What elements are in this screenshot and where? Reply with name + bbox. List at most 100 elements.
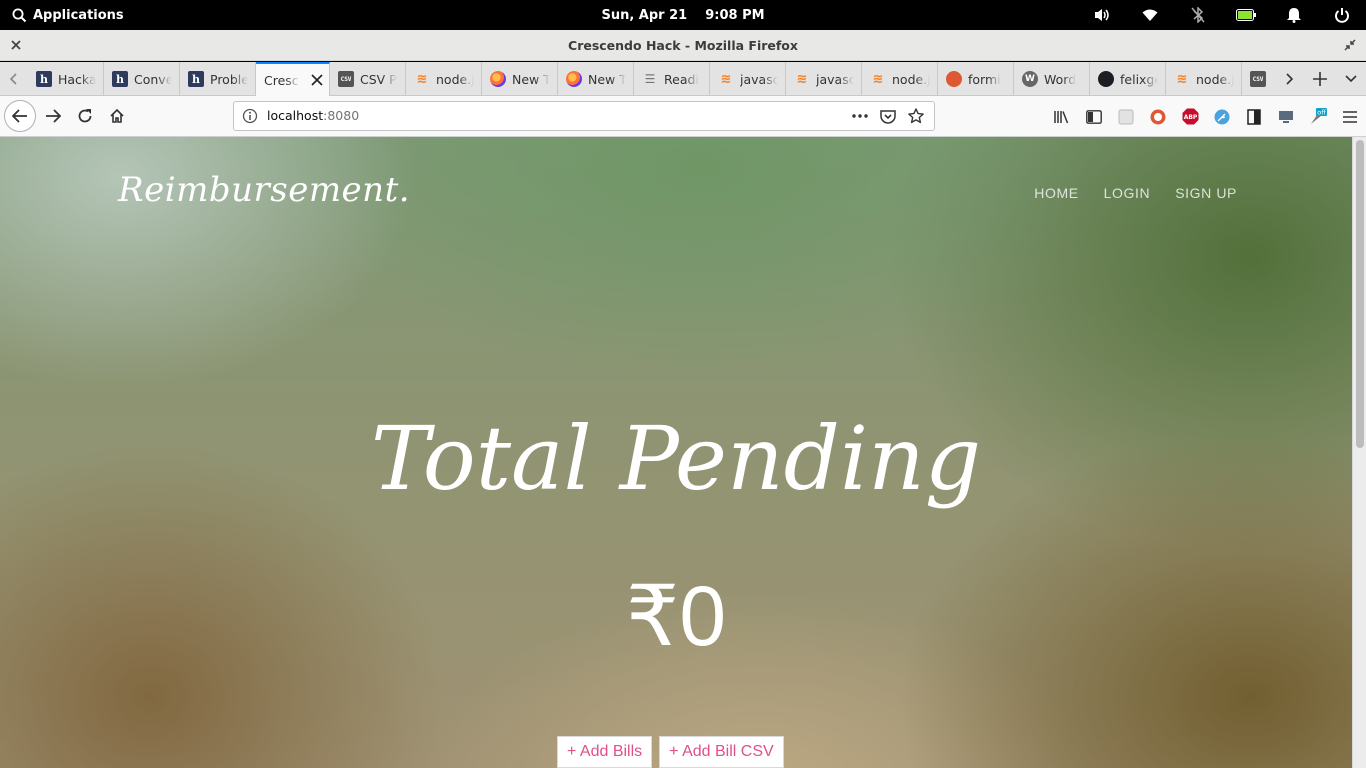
tab-active[interactable]: Cresce: [256, 62, 330, 96]
tab-label: New T: [588, 71, 626, 87]
duckduckgo-icon[interactable]: [1142, 96, 1174, 137]
bill-actions: + Add Bills + Add Bill CSV: [557, 736, 784, 768]
sidebar-icon[interactable]: [1078, 96, 1110, 137]
stackoverflow-icon: ≋: [416, 71, 428, 87]
pocket-icon[interactable]: [874, 102, 902, 130]
power-icon[interactable]: [1318, 0, 1366, 30]
new-tab-icon[interactable]: [1304, 62, 1335, 96]
site-brand-logo[interactable]: Reimbursement.: [118, 170, 410, 210]
hackerearth-icon: h: [36, 71, 52, 87]
window-close-icon[interactable]: [6, 35, 26, 55]
tabs-scroll-right-icon[interactable]: [1273, 62, 1304, 96]
csv-icon: CSV: [338, 71, 354, 87]
forward-button[interactable]: [37, 100, 69, 132]
url-text[interactable]: localhost:8080: [267, 108, 359, 123]
scrollbar-thumb[interactable]: [1356, 140, 1364, 448]
tab[interactable]: formi: [938, 62, 1014, 96]
extension-icon[interactable]: [1110, 96, 1142, 137]
reader-extension-icon[interactable]: [1238, 96, 1270, 137]
battery-icon[interactable]: [1222, 0, 1270, 30]
home-icon: [110, 108, 124, 123]
tab[interactable]: ≋ javasc: [710, 62, 786, 96]
total-pending-amount: ₹0: [625, 569, 727, 663]
tab[interactable]: ≋ javasc: [786, 62, 862, 96]
add-bill-csv-button[interactable]: + Add Bill CSV: [659, 736, 784, 768]
hamburger-menu-icon[interactable]: [1334, 96, 1366, 137]
tab[interactable]: h Hacka: [28, 62, 104, 96]
csv-icon: CSV: [1250, 71, 1266, 87]
url-host: localhost: [267, 108, 324, 123]
tab-close-icon[interactable]: [311, 74, 323, 86]
tab[interactable]: CSV CSV P: [330, 62, 406, 96]
hackerearth-icon: h: [112, 71, 128, 87]
tab-label: Conve: [134, 71, 172, 87]
tabs-scroll-left-icon[interactable]: [2, 62, 26, 96]
window-restore-icon[interactable]: [1340, 35, 1360, 55]
add-bills-button[interactable]: + Add Bills: [557, 736, 653, 768]
stackoverflow-icon: ≋: [796, 71, 808, 87]
clock-time[interactable]: 9:08 PM: [705, 8, 764, 23]
tab[interactable]: ≋ node.j: [1166, 62, 1242, 96]
tab[interactable]: ☰ Readi: [634, 62, 710, 96]
tab-label: Hacka: [58, 71, 96, 87]
reload-button[interactable]: [69, 100, 101, 132]
off-badge-extension-icon[interactable]: off: [1302, 96, 1334, 137]
system-tray: [1078, 0, 1366, 30]
nav-login-link[interactable]: LOGIN: [1104, 185, 1151, 201]
site-info-icon[interactable]: [242, 108, 258, 124]
site-nav: HOME LOGIN SIGN UP: [1034, 185, 1237, 201]
tab-strip: hHackahConvehProbleCresceCSVCSV P≋node.j…: [0, 62, 1366, 96]
tab-label: node.j: [892, 71, 930, 87]
url-actions: [846, 102, 930, 130]
tabs-list: hHackahConvehProbleCresceCSVCSV P≋node.j…: [28, 62, 1272, 96]
all-tabs-chevron-down-icon[interactable]: [1335, 62, 1366, 96]
home-button[interactable]: [101, 100, 133, 132]
applications-label: Applications: [33, 7, 124, 23]
page-actions-more-icon[interactable]: [846, 102, 874, 130]
bookmark-star-icon[interactable]: [902, 102, 930, 130]
system-top-bar: Applications Sun, Apr 21 9:08 PM: [0, 0, 1366, 30]
stackoverflow-icon: ≋: [872, 71, 884, 87]
tab[interactable]: felixge: [1090, 62, 1166, 96]
tab[interactable]: CSV: [1242, 62, 1272, 96]
nav-home-link[interactable]: HOME: [1034, 185, 1078, 201]
window-title: Crescendo Hack - Mozilla Firefox: [568, 37, 798, 53]
tab[interactable]: ≋ node.j: [862, 62, 938, 96]
tab[interactable]: ≋ node.j: [406, 62, 482, 96]
tab-label: felixge: [1120, 71, 1158, 87]
url-bar[interactable]: localhost:8080: [233, 101, 935, 131]
tab-label: Word: [1044, 71, 1077, 87]
screen-extension-icon[interactable]: [1270, 96, 1302, 137]
tab-label: Proble: [210, 71, 248, 87]
back-button[interactable]: [4, 100, 36, 132]
tab[interactable]: h Conve: [104, 62, 180, 96]
page-scrollbar[interactable]: [1352, 137, 1366, 768]
nav-sign-up-link[interactable]: SIGN UP: [1175, 185, 1237, 201]
tab-label: CSV P: [360, 71, 397, 87]
page-viewport: Reimbursement. HOME LOGIN SIGN UP Total Pe…: [0, 137, 1352, 768]
feather-extension-icon[interactable]: [1206, 96, 1238, 137]
toolbar-right: ABP off: [1046, 96, 1366, 137]
tab-label: New T: [512, 71, 550, 87]
wifi-icon[interactable]: [1126, 0, 1174, 30]
abp-label: ABP: [1183, 114, 1197, 121]
tab-label: node.j: [436, 71, 474, 87]
notification-bell-icon[interactable]: [1270, 0, 1318, 30]
applications-menu[interactable]: Applications: [12, 0, 124, 30]
bluetooth-off-icon[interactable]: [1174, 0, 1222, 30]
volume-icon[interactable]: [1078, 0, 1126, 30]
tab-label: javasc: [816, 71, 854, 87]
tab-label: Readi: [664, 71, 699, 87]
tab[interactable]: h Proble: [180, 62, 256, 96]
hero-title: Total Pending: [370, 407, 982, 510]
tab-actions: [1273, 62, 1366, 96]
window-titlebar: Crescendo Hack - Mozilla Firefox: [0, 30, 1366, 61]
clock-date[interactable]: Sun, Apr 21: [601, 8, 687, 23]
adblock-plus-icon[interactable]: ABP: [1174, 96, 1206, 137]
tab[interactable]: New T: [482, 62, 558, 96]
tab-label: Cresce: [264, 72, 300, 88]
tab[interactable]: W Word: [1014, 62, 1090, 96]
forward-arrow-icon: [46, 109, 61, 123]
tab[interactable]: New T: [558, 62, 634, 96]
library-icon[interactable]: [1046, 96, 1078, 137]
